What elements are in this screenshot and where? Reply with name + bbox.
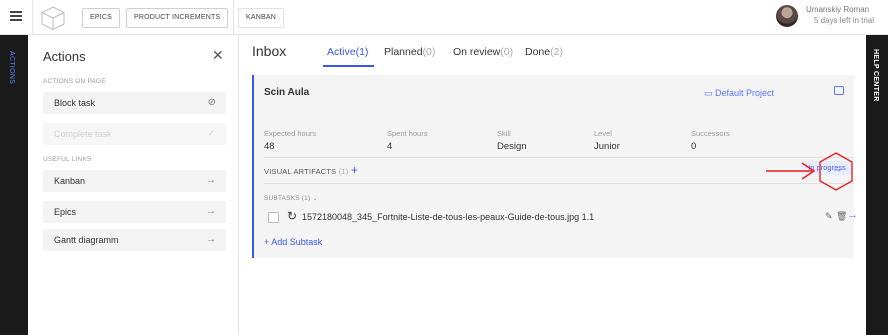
tab-count: (2) xyxy=(550,46,563,58)
divider xyxy=(264,183,854,184)
visual-artifacts-text: VISUAL ARTIFACTS xyxy=(264,167,337,176)
link-kanban[interactable]: Kanban → xyxy=(43,170,226,192)
task-card[interactable]: Scin Aula ▭ Default Project Expected hou… xyxy=(252,75,858,258)
subtask-name[interactable]: 1572180048_345_Fortnite-Liste-de-tous-le… xyxy=(302,212,594,222)
hamburger-icon[interactable] xyxy=(10,11,22,21)
main-content: Inbox Active(1) Planned(0) On review(0) … xyxy=(239,35,866,335)
link-epics[interactable]: Epics → xyxy=(43,201,226,223)
top-bar: EPICS PRODUCT INCREMENTS KANBAN Umanskiy… xyxy=(0,0,888,35)
actions-title: Actions xyxy=(43,49,86,64)
add-subtask-button[interactable]: + Add Subtask xyxy=(264,237,322,247)
divider xyxy=(264,157,854,158)
cube-logo-icon[interactable] xyxy=(40,5,66,31)
avatar[interactable] xyxy=(776,5,798,27)
link-label: Epics xyxy=(54,207,77,217)
tab-label: Planned xyxy=(384,46,423,58)
task-title[interactable]: Scin Aula xyxy=(264,87,309,98)
expected-hours: 48 xyxy=(264,141,275,152)
help-center-tab[interactable]: HELP CENTER xyxy=(866,35,888,335)
field-label: Level xyxy=(594,129,612,138)
reload-icon[interactable]: ↻ xyxy=(287,209,297,223)
close-icon[interactable]: ✕ xyxy=(212,47,224,64)
tab-count: (1) xyxy=(355,46,369,58)
project-name: Default Project xyxy=(715,88,775,98)
tag-epics[interactable]: EPICS xyxy=(82,8,121,28)
project-link[interactable]: ▭ Default Project xyxy=(704,88,774,99)
successors: 0 xyxy=(691,141,697,152)
pencil-icon[interactable]: ✎ xyxy=(825,211,833,222)
arrow-right-icon: → xyxy=(206,206,216,217)
complete-task-button[interactable]: Complete task ✓ xyxy=(43,123,226,145)
tab-done[interactable]: Done(2) xyxy=(525,46,563,58)
subtask-row[interactable]: ↻ 1572180048_345_Fortnite-Liste-de-tous-… xyxy=(268,209,858,227)
tab-count: (0) xyxy=(422,46,436,58)
divider xyxy=(233,0,234,35)
arrow-right-icon[interactable]: → xyxy=(831,161,843,175)
tab-count: (0) xyxy=(500,46,514,58)
tab-on-review[interactable]: On review(0) xyxy=(453,46,513,58)
section-actions-on-page: ACTIONS ON PAGE xyxy=(43,78,106,85)
trash-icon[interactable]: 🗑 xyxy=(836,211,847,222)
tag-product-increments[interactable]: PRODUCT INCREMENTS xyxy=(126,8,229,28)
visual-artifacts-count: (1) xyxy=(338,167,349,176)
tab-label: Active xyxy=(327,46,356,58)
chevron-down-icon: ⌄ xyxy=(312,195,319,202)
user-name[interactable]: Umanskiy Roman xyxy=(806,5,886,14)
complete-task-label: Complete task xyxy=(54,129,112,139)
tab-label: On review xyxy=(453,46,501,58)
link-label: Gantt diagramm xyxy=(54,235,119,245)
tab-planned[interactable]: Planned(0) xyxy=(384,46,435,58)
skill: Design xyxy=(497,141,527,152)
status-badge[interactable]: In progress xyxy=(801,161,853,175)
block-icon: ⊘ xyxy=(207,97,216,108)
field-label: Spent hours xyxy=(387,129,428,138)
help-center-vertical-label: HELP CENTER xyxy=(872,49,879,102)
active-tab-indicator xyxy=(323,65,374,67)
divider xyxy=(32,0,33,35)
section-useful-links: USEFUL LINKS xyxy=(43,156,92,163)
block-task-label: Block task xyxy=(54,98,96,108)
level: Junior xyxy=(594,141,620,152)
arrow-right-icon: → xyxy=(206,234,216,245)
actions-vertical-label: ACTIONS xyxy=(8,51,15,85)
tab-active[interactable]: Active(1) xyxy=(327,46,368,58)
link-gantt[interactable]: Gantt diagramm → xyxy=(43,229,226,251)
folder-icon: ▭ xyxy=(704,88,716,98)
trial-status: 5 days left in trial xyxy=(814,16,875,25)
add-artifact-icon[interactable]: + xyxy=(351,163,358,177)
visual-artifacts-label: VISUAL ARTIFACTS (1) xyxy=(264,167,348,176)
field-label: Successors xyxy=(691,129,730,138)
arrow-right-icon[interactable]: → xyxy=(847,209,858,221)
actions-panel: Actions ✕ ACTIONS ON PAGE Block task ⊘ C… xyxy=(28,35,239,335)
subtasks-text: SUBTASKS (1) xyxy=(264,195,311,202)
page-title: Inbox xyxy=(252,43,287,59)
subtask-checkbox[interactable] xyxy=(268,212,279,223)
tab-label: Done xyxy=(525,46,551,58)
tag-kanban[interactable]: KANBAN xyxy=(238,8,284,28)
comment-icon[interactable] xyxy=(834,86,844,95)
spent-hours: 4 xyxy=(387,141,393,152)
link-label: Kanban xyxy=(54,176,86,186)
arrow-right-icon: → xyxy=(206,175,216,186)
check-icon: ✓ xyxy=(207,128,216,139)
actions-sidebar-tab[interactable]: ACTIONS xyxy=(0,35,28,335)
subtasks-label[interactable]: SUBTASKS (1) ⌄ xyxy=(264,194,318,202)
block-task-button[interactable]: Block task ⊘ xyxy=(43,92,226,114)
field-label: Skill xyxy=(497,129,511,138)
field-label: Expected hours xyxy=(264,129,317,138)
